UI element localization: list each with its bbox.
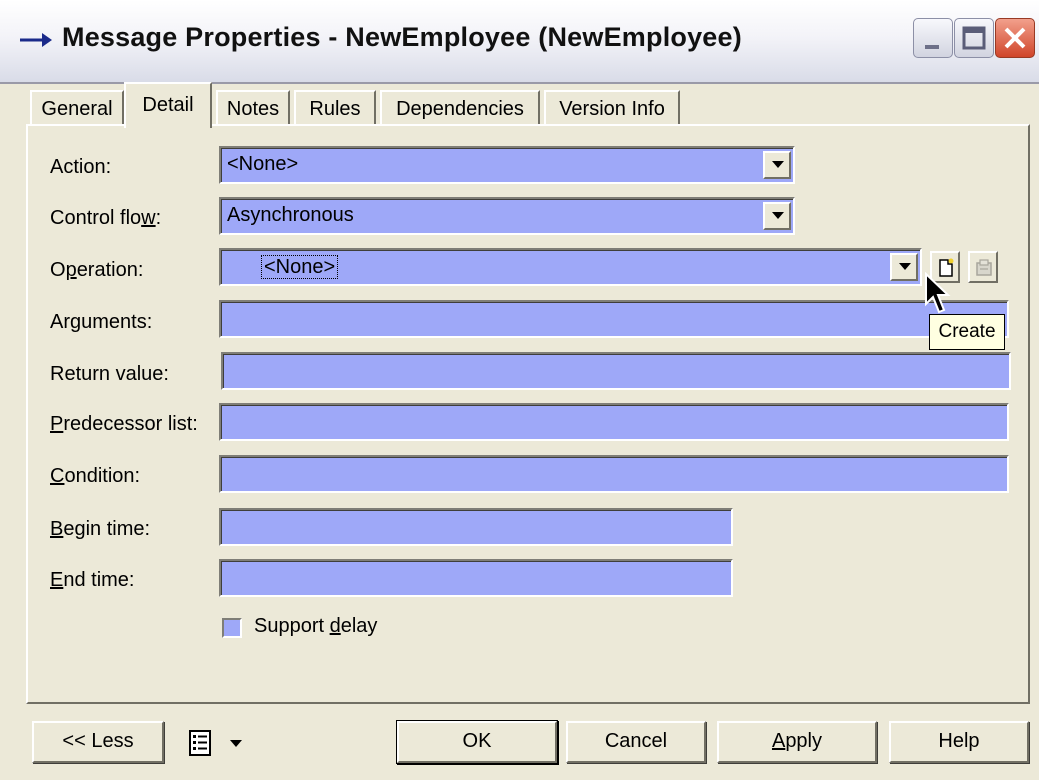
- control-flow-dropdown[interactable]: Asynchronous: [219, 197, 795, 235]
- tab-rules[interactable]: Rules: [294, 90, 376, 126]
- action-dropdown-button[interactable]: [763, 151, 791, 179]
- control-flow-dropdown-button[interactable]: [763, 202, 791, 230]
- window-title: Message Properties - NewEmployee (NewEmp…: [62, 22, 742, 52]
- operation-dropdown-button[interactable]: [890, 253, 918, 281]
- control-flow-label: Control flow:: [50, 207, 162, 229]
- arrow-right-icon: [20, 33, 52, 47]
- close-button[interactable]: [995, 18, 1035, 58]
- action-dropdown[interactable]: <None>: [219, 146, 795, 184]
- tab-general[interactable]: General: [30, 90, 124, 126]
- tab-notes[interactable]: Notes: [216, 90, 290, 126]
- ok-button[interactable]: OK: [397, 721, 557, 763]
- properties-icon: [976, 259, 992, 276]
- predecessor-list-input[interactable]: [219, 403, 1009, 441]
- tab-detail[interactable]: Detail: [124, 82, 212, 128]
- close-icon: [1004, 27, 1026, 49]
- operation-label: Operation:: [50, 259, 144, 281]
- list-menu-button[interactable]: [184, 726, 260, 760]
- help-button[interactable]: Help: [889, 721, 1029, 763]
- create-tooltip: Create: [929, 314, 1005, 350]
- chevron-down-icon: [899, 263, 911, 270]
- begin-time-input[interactable]: [219, 508, 733, 546]
- properties-button[interactable]: [968, 251, 998, 283]
- maximize-icon: [962, 26, 986, 50]
- condition-label: Condition:: [50, 465, 141, 487]
- return-value-input[interactable]: [221, 352, 1011, 390]
- minimize-icon: [925, 45, 939, 49]
- predecessor-list-label: Predecessor list:: [50, 413, 198, 435]
- cancel-button[interactable]: Cancel: [566, 721, 706, 763]
- support-delay-checkbox[interactable]: [222, 618, 242, 638]
- support-delay-label[interactable]: Support delay: [254, 615, 377, 638]
- arguments-input[interactable]: [219, 300, 1009, 338]
- operation-dropdown[interactable]: <None>: [219, 248, 922, 286]
- tab-version-info[interactable]: Version Info: [544, 90, 680, 126]
- mouse-cursor-icon: [925, 272, 951, 314]
- title-bar[interactable]: Message Properties - NewEmployee (NewEmp…: [0, 0, 1039, 84]
- minimize-button[interactable]: [913, 18, 953, 58]
- end-time-label: End time:: [50, 569, 135, 591]
- chevron-down-icon: [772, 212, 784, 219]
- arguments-label: Arguments:: [50, 311, 153, 333]
- operation-value: <None>: [261, 255, 339, 279]
- end-time-input[interactable]: [219, 559, 733, 597]
- action-label: Action:: [50, 156, 112, 178]
- apply-button[interactable]: Apply: [717, 721, 877, 763]
- message-properties-dialog: Message Properties - NewEmployee (NewEmp…: [0, 0, 1039, 780]
- return-value-label: Return value:: [50, 363, 169, 385]
- list-menu-icon: [189, 730, 242, 756]
- tab-dependencies[interactable]: Dependencies: [380, 90, 540, 126]
- maximize-button[interactable]: [954, 18, 994, 58]
- chevron-down-icon: [772, 161, 784, 168]
- less-button[interactable]: << Less: [32, 721, 164, 763]
- begin-time-label: Begin time:: [50, 518, 151, 540]
- condition-input[interactable]: [219, 455, 1009, 493]
